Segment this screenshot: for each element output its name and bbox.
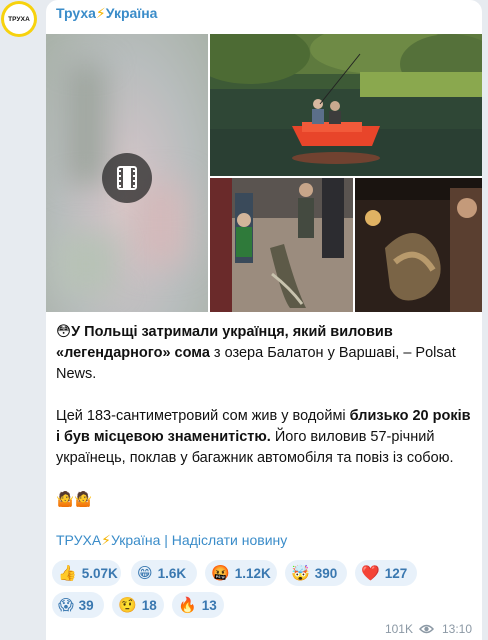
message-meta: 101K 13:10 [385,622,472,636]
reaction-raised-eyebrow[interactable]: 🤨 18 [112,592,164,618]
lightning-icon: ⚡ [95,5,106,21]
avatar-logo-text: ТРУХА [4,4,34,34]
astonished-emoji: 😳 [56,324,72,340]
reaction-count: 1.6K [157,565,187,581]
grin-icon: 😁 [137,565,153,582]
cursing-face-icon: 🤬 [211,565,230,582]
reaction-count: 390 [314,565,338,581]
reaction-mind-blown[interactable]: 🤯 390 [285,560,347,586]
channel-name[interactable]: Труха⚡Україна [56,5,157,22]
eye-icon [418,624,434,634]
mind-blown-icon: 🤯 [291,565,310,582]
reaction-fire[interactable]: 🔥 13 [172,592,224,618]
lightning-icon: ⚡ [101,532,111,548]
screaming-face-icon: 😱 [58,597,74,614]
channel-name-suffix: Україна [105,5,158,21]
post-paragraph-2: Цей 183-сантиметровий сом жив у водоймі … [56,406,476,469]
photo-car-trunk[interactable] [355,178,482,312]
raised-eyebrow-icon: 🤨 [118,597,137,614]
reaction-count: 39 [78,597,94,613]
heart-icon: ❤️ [361,565,380,582]
reaction-grin[interactable]: 😁 1.6K [131,560,197,586]
film-strip-icon[interactable] [102,153,152,203]
channel-avatar[interactable]: ТРУХА [1,1,37,37]
reaction-scream[interactable]: 😱 39 [52,592,104,618]
reaction-thumbs-up[interactable]: 👍 5.07K [52,560,121,586]
post-footer-links: ТРУХА⚡Україна | Надіслати новину [56,532,287,549]
fire-icon: 🔥 [178,597,197,614]
post-body-text-1: Цей 183-сантиметровий сом жив у водоймі [56,408,350,424]
photo-lake-boat[interactable] [210,34,482,176]
link-separator: | [160,532,172,548]
channel-name-text: Труха [56,5,96,21]
post-text: 😳У Польщі затримали українця, який вилов… [56,322,476,532]
message-time: 13:10 [441,622,472,636]
photo-crowd-catfish[interactable] [210,178,353,312]
reaction-heart[interactable]: ❤️ 127 [355,560,417,586]
channel-link-name: ТРУХА [56,532,102,548]
video-thumbnail[interactable] [46,34,208,312]
message-bubble: Труха⚡Україна 😳У Польщі затримали україн… [46,0,482,640]
post-paragraph-1: 😳У Польщі затримали українця, який вилов… [56,322,476,385]
view-count: 101K [384,622,413,636]
media-album [46,34,482,312]
send-news-link[interactable]: Надіслати новину [172,532,287,548]
reaction-count: 127 [384,565,408,581]
reaction-count: 5.07K [81,565,118,581]
reaction-count: 18 [141,597,157,613]
channel-link[interactable]: ТРУХА⚡Україна [56,532,160,548]
reaction-cursing[interactable]: 🤬 1.12K [205,560,277,586]
reaction-count: 1.12K [234,565,271,581]
post-paragraph-3: 🤷🤷 [56,490,476,511]
reaction-count: 13 [201,597,217,613]
shrug-emojis: 🤷🤷 [56,492,93,508]
channel-link-suffix: Україна [111,532,161,548]
thumbs-up-icon: 👍 [58,565,77,582]
